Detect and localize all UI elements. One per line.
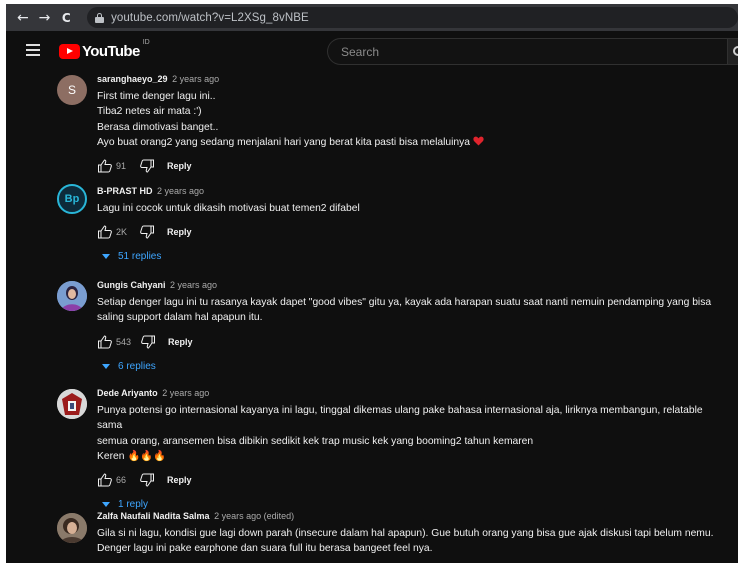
replies-count: 1 reply (118, 499, 149, 511)
like-icon[interactable] (97, 335, 113, 349)
comment-text: Lagu ini cocok untuk dikasih motivasi bu… (97, 201, 727, 216)
avatar-photo (57, 513, 87, 543)
view-replies-button[interactable]: 1 reply (102, 499, 727, 510)
search-input[interactable] (341, 44, 701, 59)
comment-line: Punya potensi go internasional kayanya i… (97, 405, 703, 432)
comment-timestamp[interactable]: 2 years ago (157, 186, 204, 196)
comment-timestamp[interactable]: 2 years ago (edited) (214, 511, 294, 521)
comment-line: Keren 🔥🔥🔥 (97, 449, 727, 464)
back-button[interactable]: ← (12, 10, 34, 26)
comment-actions: 543 Reply (97, 334, 727, 350)
comment-timestamp[interactable]: 2 years ago (172, 74, 219, 84)
comment-line: Ayo buat orang2 yang sedang menjalani ha… (97, 135, 727, 150)
avatar-photo (57, 389, 87, 419)
avatar-letter: Bp (64, 193, 80, 205)
comment-text: First time denger lagu ini.. Tiba2 netes… (97, 89, 727, 150)
comment-body: B-PRAST HD 2 years ago Lagu ini cocok un… (97, 185, 727, 262)
avatar[interactable] (57, 281, 87, 311)
comment-actions: 2K Reply (97, 224, 727, 240)
comment-header: Zalfa Naufali Nadita Salma 2 years ago (… (97, 510, 727, 522)
logo-wordmark: YouTube (82, 43, 140, 60)
comment-timestamp[interactable]: 2 years ago (162, 388, 209, 398)
lock-icon (95, 12, 105, 23)
comment-line: Berasa dimotivasi banget.. (97, 121, 219, 133)
play-logo-icon (59, 44, 80, 59)
comment-line: Setiap denger lagu ini tu rasanya kayak … (97, 297, 712, 308)
comment-body: Dede Ariyanto 2 years ago Punya potensi … (97, 387, 727, 510)
avatar[interactable] (57, 389, 87, 419)
masthead: YouTube ID (6, 31, 738, 71)
fire-emoji: 🔥🔥🔥 (127, 450, 166, 462)
hamburger-menu-icon[interactable] (26, 44, 40, 56)
browser-toolbar: ← → C youtube.com/watch?v=L2XSg_8vNBE (6, 4, 738, 31)
url-text: youtube.com/watch?v=L2XSg_8vNBE (111, 11, 309, 24)
like-icon[interactable] (97, 225, 113, 239)
comment-author[interactable]: saranghaeyo_29 (97, 74, 168, 84)
like-count: 91 (116, 161, 127, 172)
caret-down-icon (102, 363, 110, 369)
reply-button[interactable]: Reply (167, 161, 192, 171)
search-box (327, 38, 727, 65)
comment-actions: 66 Reply (97, 472, 727, 488)
comment-author[interactable]: Dede Ariyanto (97, 388, 158, 398)
comment-body: Zalfa Naufali Nadita Salma 2 years ago (… (97, 510, 727, 557)
replies-count: 51 replies (118, 251, 162, 263)
screenshot-frame: ← → C youtube.com/watch?v=L2XSg_8vNBE Yo… (0, 0, 738, 563)
comment-author[interactable]: B-PRAST HD (97, 186, 153, 196)
heart-icon (473, 136, 484, 146)
search-button[interactable] (727, 38, 738, 65)
comment-header: saranghaeyo_29 2 years ago (97, 73, 727, 85)
avatar[interactable] (57, 513, 87, 543)
like-icon[interactable] (97, 159, 113, 173)
dislike-icon[interactable] (139, 159, 155, 173)
comment-line: Lagu ini cocok untuk dikasih motivasi bu… (97, 203, 360, 214)
comment-author[interactable]: Zalfa Naufali Nadita Salma (97, 511, 210, 521)
youtube-logo[interactable]: YouTube ID (59, 39, 150, 60)
comment-line: saling support dalam hal apapun itu. (97, 312, 263, 324)
reply-button[interactable]: Reply (167, 475, 192, 485)
comment-line: Gila si ni lagu, kondisi gue lagi down p… (97, 528, 714, 539)
comment-header: B-PRAST HD 2 years ago (97, 185, 727, 197)
comment-text: Punya potensi go internasional kayanya i… (97, 403, 727, 464)
comment-header: Dede Ariyanto 2 years ago (97, 387, 727, 399)
reply-button[interactable]: Reply (168, 337, 193, 347)
dislike-icon[interactable] (139, 473, 155, 487)
comment-body: Gungis Cahyani 2 years ago Setiap denger… (97, 279, 727, 372)
reply-button[interactable]: Reply (167, 227, 192, 237)
comment-actions: 91 Reply (97, 158, 727, 174)
search-icon (733, 46, 738, 56)
comment-line: Tiba2 netes air mata :') (97, 106, 202, 118)
comment-line: Denger lagu ini pake earphone dan suara … (97, 543, 433, 555)
comment-header: Gungis Cahyani 2 years ago (97, 279, 727, 291)
comment-text: Gila si ni lagu, kondisi gue lagi down p… (97, 526, 727, 557)
address-bar[interactable]: youtube.com/watch?v=L2XSg_8vNBE (87, 7, 738, 28)
reload-button[interactable]: C (55, 11, 77, 25)
youtube-page: YouTube ID S saranghaeyo_29 2 years ago (6, 31, 738, 563)
comment-line: First time denger lagu ini.. (97, 91, 216, 102)
view-replies-button[interactable]: 6 replies (102, 361, 727, 372)
forward-button[interactable]: → (34, 10, 56, 26)
comment-body: saranghaeyo_29 2 years ago First time de… (97, 73, 727, 174)
comment-line: semua orang, aransemen bisa dibikin sedi… (97, 435, 534, 447)
dislike-icon[interactable] (140, 335, 156, 349)
avatar-letter: S (67, 83, 76, 97)
caret-down-icon (102, 502, 110, 508)
like-icon[interactable] (97, 473, 113, 487)
comment-text: Setiap denger lagu ini tu rasanya kayak … (97, 295, 727, 326)
replies-count: 6 replies (118, 360, 156, 372)
avatar[interactable]: Bp (57, 184, 87, 214)
like-count: 2K (116, 227, 128, 238)
comment-timestamp[interactable]: 2 years ago (170, 280, 217, 290)
view-replies-button[interactable]: 51 replies (102, 251, 727, 262)
caret-down-icon (102, 254, 110, 260)
avatar[interactable]: S (57, 75, 87, 105)
like-count: 543 (116, 336, 132, 347)
country-code: ID (142, 39, 150, 46)
like-count: 66 (116, 475, 127, 486)
dislike-icon[interactable] (139, 225, 155, 239)
avatar-photo (57, 281, 87, 311)
comment-author[interactable]: Gungis Cahyani (97, 280, 166, 290)
